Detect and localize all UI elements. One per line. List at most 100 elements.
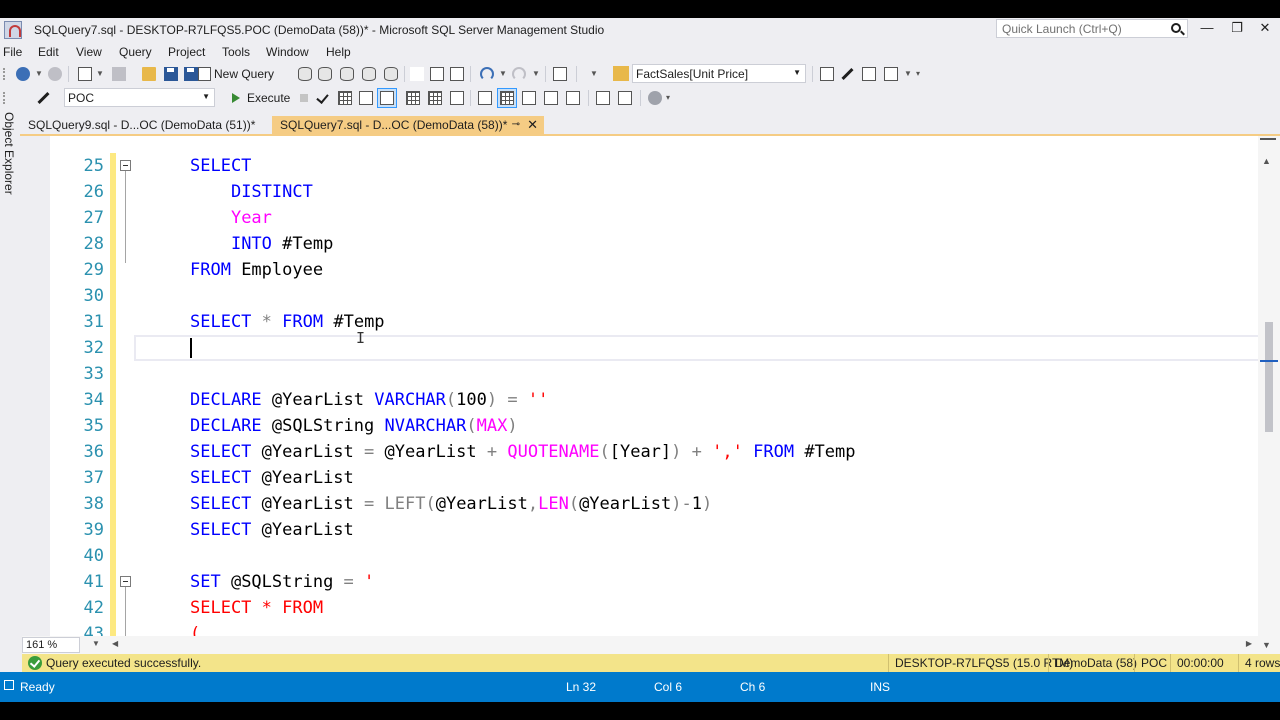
- code-line[interactable]: 26 DISTINCT: [52, 179, 1252, 205]
- code-line[interactable]: 39 SELECT @YearList: [52, 517, 1252, 543]
- new-query-icon[interactable]: [198, 67, 211, 81]
- collapse-icon[interactable]: [120, 160, 131, 171]
- copy-icon[interactable]: [430, 67, 444, 81]
- chevron-down-icon[interactable]: ▼: [35, 69, 43, 78]
- code-text[interactable]: INTO #Temp: [190, 231, 333, 257]
- code-text[interactable]: FROM Employee: [190, 257, 323, 283]
- code-text[interactable]: DISTINCT: [190, 179, 313, 205]
- menu-help[interactable]: Help: [326, 45, 351, 59]
- xmla-query-icon[interactable]: [362, 67, 376, 81]
- code-text[interactable]: SELECT * FROM: [190, 595, 323, 621]
- toolbox-icon[interactable]: [862, 67, 876, 81]
- activity-monitor-icon[interactable]: [553, 67, 567, 81]
- code-text[interactable]: Year: [190, 205, 272, 231]
- database-engine-query-icon[interactable]: [298, 67, 312, 81]
- vertical-scrollbar[interactable]: ▲ ▼: [1258, 136, 1280, 654]
- quick-launch-input[interactable]: Quick Launch (Ctrl+Q): [996, 19, 1188, 38]
- forward-icon[interactable]: [48, 67, 62, 81]
- connect-icon[interactable]: [36, 91, 50, 105]
- dax-query-icon[interactable]: [384, 67, 398, 81]
- tab-sqlquery7[interactable]: SQLQuery7.sql - D...OC (DemoData (58))* …: [272, 116, 544, 134]
- code-line[interactable]: 25 SELECT: [52, 153, 1252, 179]
- object-explorer-sidebar[interactable]: Object Explorer: [0, 110, 20, 680]
- horizontal-scrollbar[interactable]: 161 % ▼ ◀ ▶: [22, 636, 1258, 654]
- add-item-icon[interactable]: [112, 67, 126, 81]
- collapse-icon[interactable]: [120, 576, 131, 587]
- minimize-button[interactable]: —: [1192, 18, 1222, 40]
- restore-button[interactable]: ❐: [1222, 18, 1252, 40]
- new-query-button[interactable]: New Query: [214, 67, 274, 81]
- code-line[interactable]: 29 FROM Employee: [52, 257, 1252, 283]
- code-text[interactable]: SELECT @YearList: [190, 465, 354, 491]
- query-designer-icon[interactable]: [359, 91, 373, 105]
- object-combo[interactable]: FactSales[Unit Price] ▼: [613, 64, 806, 83]
- chevron-down-icon[interactable]: ▼: [92, 639, 100, 648]
- code-line[interactable]: 34 DECLARE @YearList VARCHAR(100) = '': [52, 387, 1252, 413]
- scroll-left-icon[interactable]: ◀: [112, 639, 118, 648]
- client-stats-icon[interactable]: [450, 91, 464, 105]
- results-to-file-icon[interactable]: [522, 91, 536, 105]
- code-text[interactable]: SELECT: [190, 153, 251, 179]
- chevron-down-icon[interactable]: ▼: [96, 69, 104, 78]
- new-project-icon[interactable]: [78, 67, 92, 81]
- decrease-indent-icon[interactable]: [596, 91, 610, 105]
- mdx-query-icon[interactable]: [318, 67, 332, 81]
- code-line[interactable]: 28 INTO #Temp: [52, 231, 1252, 257]
- database-combo[interactable]: POC ▼: [64, 88, 215, 107]
- comment-icon[interactable]: [544, 91, 558, 105]
- parse-icon[interactable]: [316, 91, 330, 105]
- save-icon[interactable]: [164, 67, 178, 81]
- chevron-down-icon[interactable]: ▼: [590, 69, 598, 78]
- execute-icon[interactable]: [232, 93, 240, 103]
- menu-edit[interactable]: Edit: [38, 45, 59, 59]
- splitter-icon[interactable]: [1260, 138, 1276, 148]
- menu-tools[interactable]: Tools: [222, 45, 250, 59]
- paste-icon[interactable]: [450, 67, 464, 81]
- toolbar-grip[interactable]: [3, 68, 7, 80]
- chevron-down-icon[interactable]: ▼: [499, 69, 507, 78]
- code-line[interactable]: 41 SET @SQLString = ': [52, 569, 1252, 595]
- close-window-button[interactable]: ✕: [1250, 18, 1280, 40]
- code-line[interactable]: 27 Year: [52, 205, 1252, 231]
- code-text[interactable]: DECLARE @YearList VARCHAR(100) = '': [190, 387, 548, 413]
- uncomment-icon[interactable]: [566, 91, 580, 105]
- increase-indent-icon[interactable]: [618, 91, 632, 105]
- close-tab-button[interactable]: ✕: [527, 116, 538, 134]
- code-line[interactable]: 36 SELECT @YearList = @YearList + QUOTENA…: [52, 439, 1252, 465]
- scroll-thumb[interactable]: [1265, 322, 1273, 432]
- code-text[interactable]: SELECT @YearList = LEFT(@YearList,LEN(@Y…: [190, 491, 712, 517]
- zoom-level-combo[interactable]: 161 %: [22, 637, 80, 653]
- live-stats-icon[interactable]: [428, 91, 442, 105]
- redo-icon[interactable]: [512, 67, 526, 81]
- code-text[interactable]: SET @SQLString = ': [190, 569, 374, 595]
- chevron-down-icon[interactable]: ▼: [904, 69, 912, 78]
- properties-icon[interactable]: [840, 67, 854, 81]
- code-line[interactable]: 31 SELECT * FROM #Temp: [52, 309, 1252, 335]
- menu-query[interactable]: Query: [119, 45, 152, 59]
- toolbar-overflow-icon[interactable]: ▾: [916, 69, 920, 78]
- scroll-up-icon[interactable]: ▲: [1262, 156, 1271, 166]
- undo-icon[interactable]: [480, 67, 494, 81]
- code-text[interactable]: SELECT @YearList: [190, 517, 354, 543]
- scroll-down-icon[interactable]: ▼: [1262, 640, 1271, 650]
- code-line[interactable]: 37 SELECT @YearList: [52, 465, 1252, 491]
- query-editor[interactable]: 25 SELECT 26 DISTINCT 27 Year 28 INTO #Temp 2…: [22, 136, 1260, 673]
- open-folder-icon[interactable]: [142, 67, 156, 81]
- code-line[interactable]: 40: [52, 543, 1252, 569]
- code-text[interactable]: DECLARE @SQLString NVARCHAR(MAX): [190, 413, 518, 439]
- menu-view[interactable]: View: [76, 45, 102, 59]
- stop-icon[interactable]: [300, 94, 308, 102]
- code-line[interactable]: 30: [52, 283, 1252, 309]
- save-all-icon[interactable]: [184, 67, 198, 81]
- code-line[interactable]: 38 SELECT @YearList = LEFT(@YearList,LEN(…: [52, 491, 1252, 517]
- include-plan-icon[interactable]: [406, 91, 420, 105]
- tab-sqlquery9[interactable]: SQLQuery9.sql - D...OC (DemoData (51))*: [20, 116, 272, 134]
- back-icon[interactable]: [16, 67, 30, 81]
- dmx-query-icon[interactable]: [340, 67, 354, 81]
- pin-icon[interactable]: ⊸: [512, 116, 520, 134]
- toolbar-grip[interactable]: [3, 92, 7, 104]
- scroll-right-icon[interactable]: ▶: [1246, 639, 1252, 648]
- display-plan-icon[interactable]: [338, 91, 352, 105]
- specify-template-values-icon[interactable]: [648, 91, 662, 105]
- code-line[interactable]: 32: [52, 335, 1260, 361]
